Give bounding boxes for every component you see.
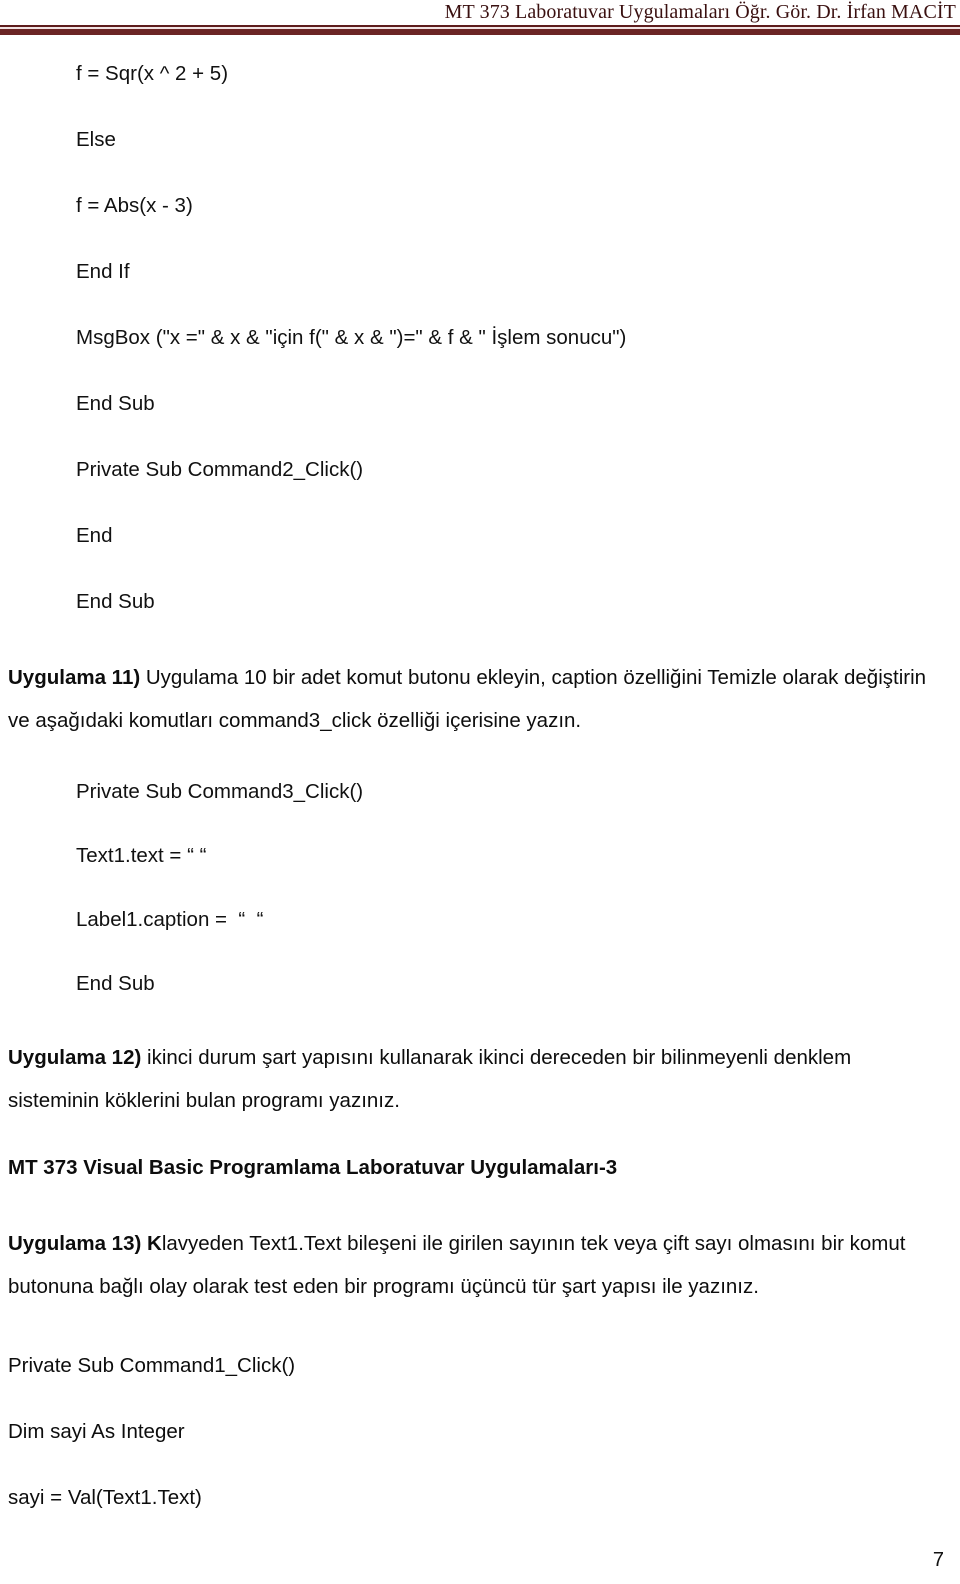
code-line: Text1.text = “ “ bbox=[76, 844, 207, 867]
paragraph-uygulama-11-text: Uygulama 10 bir adet komut butonu ekleyi… bbox=[8, 666, 927, 732]
code-line: End Sub bbox=[76, 972, 155, 995]
page-header: MT 373 Laboratuvar Uygulamaları Öğr. Gör… bbox=[0, 0, 960, 40]
code-line: End Sub bbox=[76, 590, 155, 613]
code-line: sayi = Val(Text1.Text) bbox=[8, 1486, 202, 1509]
code-line: Private Sub Command2_Click() bbox=[76, 458, 364, 481]
code-line: Else bbox=[76, 128, 116, 151]
code-line: Label1.caption = “ “ bbox=[76, 908, 264, 931]
code-line: Private Sub Command3_Click() bbox=[76, 780, 364, 803]
paragraph-uygulama-13-label: Uygulama 13) K bbox=[8, 1232, 162, 1255]
code-line: End bbox=[76, 524, 113, 547]
paragraph-uygulama-11: Uygulama 11) Uygulama 10 bir adet komut … bbox=[0, 656, 960, 742]
paragraph-uygulama-12-label: Uygulama 12) bbox=[8, 1046, 142, 1069]
code-line: End Sub bbox=[76, 392, 155, 415]
code-line: MsgBox ("x =" & x & "için f(" & x & ")="… bbox=[76, 326, 627, 349]
code-block-3: Private Sub Command1_Click() Dim sayi As… bbox=[0, 1354, 960, 1510]
code-line: f = Sqr(x ^ 2 + 5) bbox=[76, 62, 229, 85]
paragraph-uygulama-12: Uygulama 12) ikinci durum şart yapısını … bbox=[0, 1036, 960, 1122]
paragraph-uygulama-13: Uygulama 13) Klavyeden Text1.Text bileşe… bbox=[0, 1222, 960, 1308]
code-line: End If bbox=[76, 260, 130, 283]
code-block-2: Private Sub Command3_Click() Text1.text … bbox=[0, 780, 960, 996]
code-line: Dim sayi As Integer bbox=[8, 1420, 185, 1443]
header-title: MT 373 Laboratuvar Uygulamaları Öğr. Gör… bbox=[444, 1, 956, 23]
paragraph-uygulama-11-label: Uygulama 11) bbox=[8, 666, 141, 689]
document-content: f = Sqr(x ^ 2 + 5) Else f = Abs(x - 3) E… bbox=[0, 62, 960, 1510]
section-heading: MT 373 Visual Basic Programlama Laboratu… bbox=[8, 1156, 618, 1179]
header-rule-thick bbox=[0, 29, 960, 35]
code-line: f = Abs(x - 3) bbox=[76, 194, 193, 217]
page-number: 7 bbox=[932, 1549, 944, 1571]
code-block-1: f = Sqr(x ^ 2 + 5) Else f = Abs(x - 3) E… bbox=[0, 62, 960, 614]
code-line: Private Sub Command1_Click() bbox=[8, 1354, 296, 1377]
